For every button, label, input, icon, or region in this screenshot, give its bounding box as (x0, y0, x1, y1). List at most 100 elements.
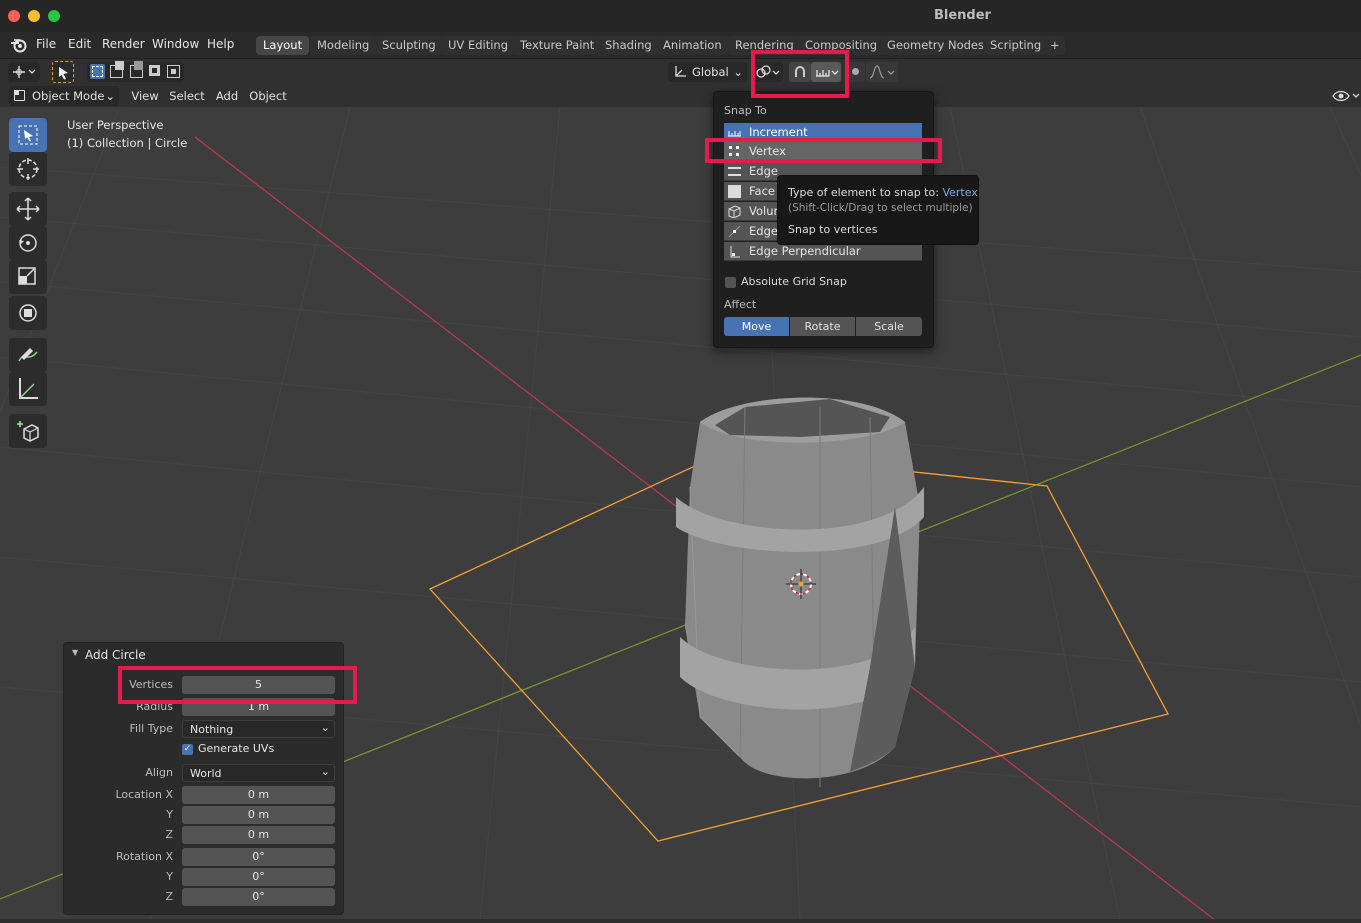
rotation-y-label: Y (166, 870, 173, 883)
chevron-down-icon: ⌄ (320, 765, 330, 778)
transform-icon (19, 304, 37, 322)
highlight-snap-controls (751, 50, 849, 98)
tab-shading[interactable]: Shading (598, 36, 659, 55)
active-object-label: (1) Collection | Circle (67, 136, 188, 150)
tooltip-description: Type of element to snap to: (788, 186, 939, 199)
select-menu[interactable]: Select (167, 86, 207, 106)
select-box-icon (18, 125, 38, 145)
location-y-field[interactable]: 0 m (182, 806, 335, 824)
chevron-down-icon: ⌄ (320, 721, 330, 734)
close-window-button[interactable] (8, 10, 20, 22)
snap-option-label: Increment (749, 125, 808, 139)
select-intersect-icon[interactable] (167, 65, 180, 78)
tool-select-box[interactable] (9, 118, 47, 152)
add-workspace-button[interactable]: + (1045, 36, 1065, 55)
transform-pivot-button[interactable] (8, 62, 40, 82)
move-arrows-icon (16, 197, 40, 221)
collapse-triangle-icon[interactable]: ▼ (72, 648, 78, 657)
select-invert-icon[interactable] (149, 65, 160, 76)
menu-render[interactable]: Render (102, 37, 145, 51)
location-y-label: Y (166, 808, 173, 821)
snap-option-label: Edge (749, 224, 778, 238)
menu-help[interactable]: Help (207, 37, 234, 51)
tool-scale[interactable] (9, 260, 47, 294)
tab-layout[interactable]: Layout (256, 36, 310, 55)
tool-settings-bar: Global ⌄ (0, 59, 1361, 85)
viewport-header: Object Mode ⌄ View Select Add Object (0, 85, 1361, 107)
proportional-circle-icon (852, 68, 859, 75)
proportional-falloff-dropdown[interactable] (866, 62, 898, 82)
select-extend-icon[interactable] (110, 61, 124, 78)
chevron-down-icon: ⌄ (733, 65, 743, 79)
panel-title[interactable]: Add Circle (85, 648, 146, 662)
menu-file[interactable]: File (36, 37, 56, 51)
generate-uvs-checkbox[interactable]: ✓ (182, 744, 193, 755)
highlight-vertices-field (118, 666, 357, 704)
orientation-axes-icon (675, 66, 686, 77)
align-value: World (190, 767, 222, 780)
tab-geometry-nodes[interactable]: Geometry Nodes (880, 36, 992, 55)
volume-cube-icon (728, 205, 741, 218)
edge-perpendicular-icon (730, 246, 740, 258)
menu-window[interactable]: Window (152, 37, 199, 51)
mode-dropdown[interactable]: Object Mode ⌄ (9, 86, 119, 106)
mode-label: Object Mode (32, 89, 105, 103)
measure-ruler-icon (19, 378, 38, 399)
rotation-z-field[interactable]: 0° (182, 888, 335, 906)
visibility-eye-icon[interactable] (1332, 88, 1360, 104)
snap-to-heading: Snap To (724, 104, 767, 117)
generate-uvs-label: Generate UVs (198, 742, 275, 755)
blender-logo-icon[interactable] (10, 37, 28, 53)
annotate-pencil-icon (18, 348, 38, 362)
add-menu[interactable]: Add (211, 86, 243, 106)
snap-option-label: Edge Perpendicular (749, 244, 861, 258)
orientation-label: Global (692, 65, 729, 79)
tool-add-cube[interactable] (9, 414, 47, 448)
tool-cursor[interactable] (9, 152, 47, 186)
falloff-curve-icon (869, 65, 895, 79)
status-bar (0, 919, 1361, 923)
menu-edit[interactable]: Edit (68, 37, 91, 51)
view-menu[interactable]: View (127, 86, 163, 106)
fill-type-dropdown[interactable]: Nothing ⌄ (182, 720, 335, 738)
tab-sculpting[interactable]: Sculpting (375, 36, 443, 55)
tab-uv-editing[interactable]: UV Editing (441, 36, 515, 55)
affect-scale-toggle[interactable]: Scale (856, 317, 922, 336)
select-tool-button[interactable] (52, 61, 74, 83)
location-x-field[interactable]: 0 m (182, 786, 335, 804)
tab-modeling[interactable]: Modeling (310, 36, 377, 55)
maximize-window-button[interactable] (48, 10, 60, 22)
view-perspective-label: User Perspective (67, 118, 164, 132)
face-icon (728, 185, 741, 198)
affect-move-toggle[interactable]: Move (724, 317, 789, 336)
select-subtract-icon[interactable] (130, 61, 143, 78)
minimize-window-button[interactable] (28, 10, 40, 22)
menu-bar: File Edit Render Window Help Layout Mode… (0, 32, 1361, 59)
location-z-field[interactable]: 0 m (182, 826, 335, 844)
affect-rotate-toggle[interactable]: Rotate (790, 317, 855, 336)
transform-orientation-dropdown[interactable]: Global ⌄ (668, 62, 747, 82)
fill-type-label: Fill Type (129, 722, 173, 735)
tab-scripting[interactable]: Scripting (983, 36, 1049, 55)
tool-rotate[interactable] (9, 226, 47, 260)
tool-measure[interactable] (9, 372, 47, 406)
proportional-editing-toggle[interactable] (847, 62, 865, 82)
object-menu[interactable]: Object (247, 86, 289, 106)
tab-texture-paint[interactable]: Texture Paint (513, 36, 602, 55)
align-dropdown[interactable]: World ⌄ (182, 764, 335, 782)
edge-icon (728, 167, 741, 176)
tab-animation[interactable]: Animation (656, 36, 729, 55)
location-z-label: Z (165, 828, 173, 841)
tool-annotate[interactable] (9, 338, 47, 372)
rotation-y-field[interactable]: 0° (182, 868, 335, 886)
selection-mode-group (87, 61, 184, 82)
rotation-x-field[interactable]: 0° (182, 848, 335, 866)
select-new-icon[interactable] (90, 64, 105, 79)
barrel-mesh[interactable] (676, 397, 924, 787)
tooltip-detail: Snap to vertices (788, 223, 878, 236)
highlight-vertex-option (705, 138, 942, 163)
tool-move[interactable] (9, 192, 47, 226)
tool-transform[interactable] (9, 296, 47, 330)
absolute-grid-snap-checkbox[interactable] (725, 277, 736, 288)
location-x-label: Location X (115, 788, 173, 801)
